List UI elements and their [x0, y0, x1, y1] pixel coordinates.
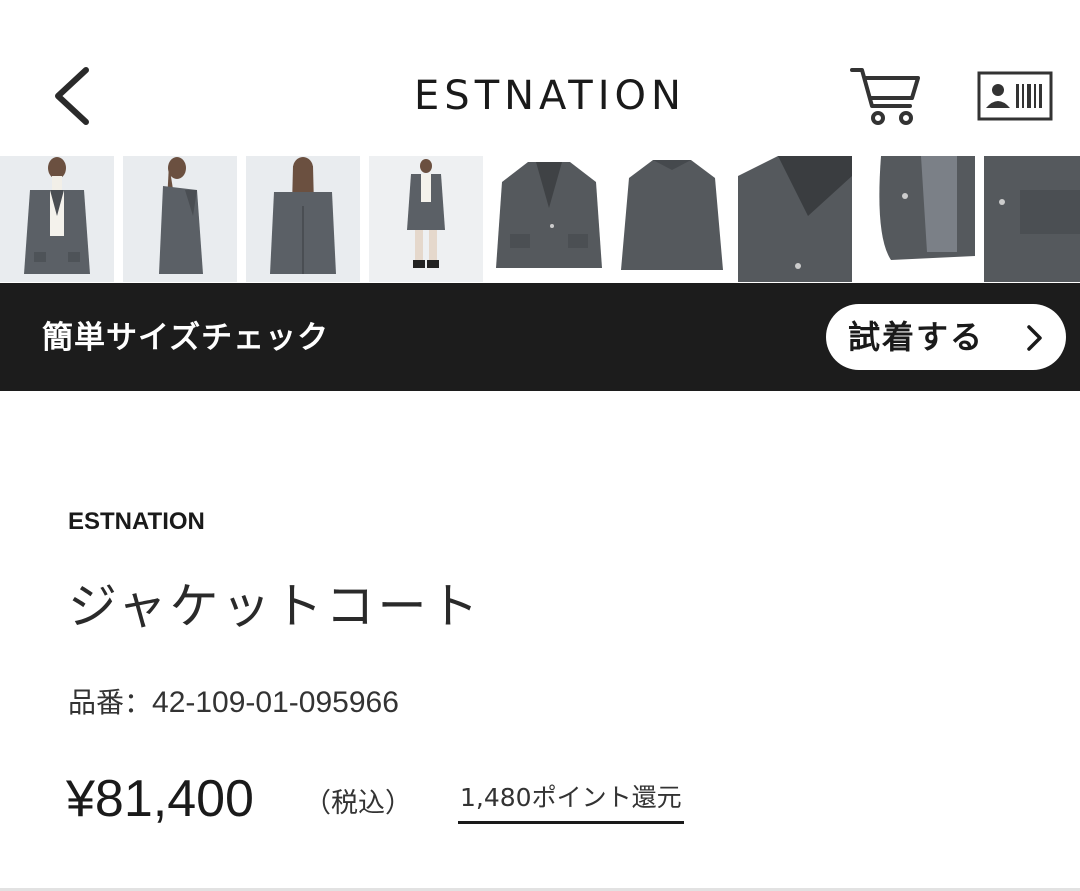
model-photo: [246, 156, 360, 282]
product-detail-page: ESTNATION 簡単サイズチェック 試着する ESTNATION ジャケット…: [0, 0, 1080, 891]
thumbnail-strip[interactable]: [0, 156, 1080, 282]
thumb-jacket-front[interactable]: [492, 156, 606, 282]
thumb-jacket-lining[interactable]: [861, 156, 975, 282]
thumb-jacket-lapel[interactable]: [738, 156, 852, 282]
model-photo: [123, 156, 237, 282]
product-photo: [738, 156, 852, 282]
thumb-model-front[interactable]: [0, 156, 114, 282]
thumb-model-side[interactable]: [123, 156, 237, 282]
member-card-icon: [977, 71, 1053, 121]
size-check-title: 簡単サイズチェック: [42, 320, 330, 356]
product-photo: [984, 156, 1080, 282]
product-photo: [861, 156, 975, 282]
product-code: 品番：42-109-01-095966: [68, 684, 399, 722]
thumb-jacket-pocket[interactable]: [984, 156, 1080, 282]
product-brand-link[interactable]: ESTNATION: [68, 506, 205, 538]
model-photo: [369, 156, 483, 282]
tax-included-note: （税込）: [304, 788, 412, 819]
product-photo: [492, 156, 606, 282]
chevron-right-icon: [1027, 325, 1042, 351]
try-on-button[interactable]: 試着する: [826, 304, 1066, 370]
try-on-label: 試着する: [848, 318, 985, 356]
chevron-left-icon: [55, 67, 89, 125]
brand-logo[interactable]: ESTNATION: [380, 74, 720, 118]
size-check-banner: 簡単サイズチェック 試着する: [0, 283, 1080, 391]
thumb-model-back[interactable]: [246, 156, 360, 282]
points-reward-link[interactable]: 1,480ポイント還元: [458, 780, 684, 824]
thumb-jacket-back[interactable]: [615, 156, 729, 282]
back-button[interactable]: [40, 58, 104, 134]
cart-icon: [850, 68, 920, 125]
product-code-value: 42-109-01-095966: [152, 686, 399, 719]
product-price: ¥81,400: [66, 770, 254, 828]
product-code-label: 品番：: [68, 686, 153, 719]
cart-button[interactable]: [848, 64, 924, 128]
model-photo: [0, 156, 114, 282]
product-title: ジャケットコート: [68, 578, 482, 635]
product-photo: [615, 156, 729, 282]
app-header: ESTNATION: [0, 0, 1080, 150]
thumb-model-full[interactable]: [369, 156, 483, 282]
member-card-button[interactable]: [976, 70, 1054, 122]
